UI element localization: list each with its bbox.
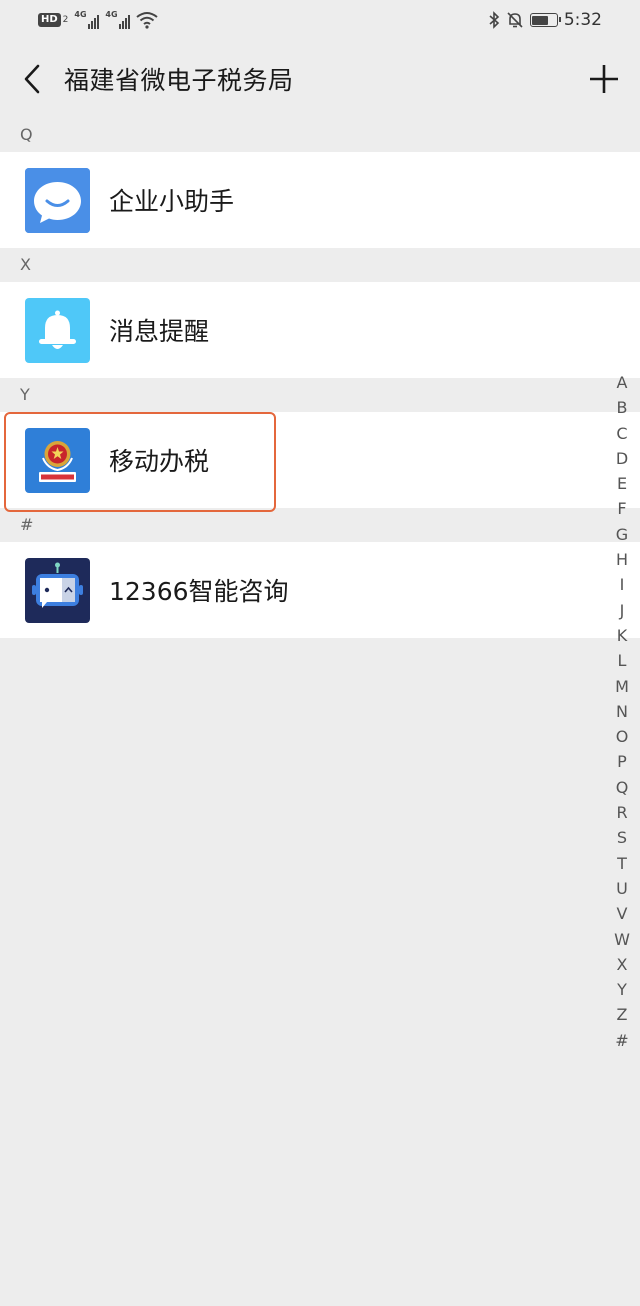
bluetooth-icon <box>489 11 499 29</box>
index-letter[interactable]: Y <box>617 977 627 1002</box>
status-bar: HD 2 4G 4G 5:32 <box>0 0 640 40</box>
service-account-list: Q 企业小助手 X 消息提醒 Y 移动办税 # 12366智能咨询 <box>0 118 640 638</box>
list-item-label: 消息提醒 <box>109 317 210 346</box>
plus-icon <box>590 65 618 93</box>
list-item-mobile-tax[interactable]: 移动办税 <box>0 412 640 512</box>
index-letter[interactable]: # <box>615 1028 628 1053</box>
index-letter[interactable]: U <box>616 876 628 901</box>
list-item-label: 12366智能咨询 <box>109 577 289 606</box>
list-item-12366-consult[interactable]: 12366智能咨询 <box>0 542 640 638</box>
index-letter[interactable]: A <box>617 370 628 395</box>
index-letter[interactable]: E <box>617 471 627 496</box>
add-button[interactable] <box>568 40 640 118</box>
index-letter[interactable]: V <box>617 901 628 926</box>
index-letter[interactable]: N <box>616 699 628 724</box>
list-item-label: 移动办税 <box>109 447 210 476</box>
index-letter[interactable]: D <box>616 446 628 471</box>
chevron-left-icon <box>24 64 40 94</box>
status-left: HD 2 4G 4G <box>38 10 159 29</box>
index-letter[interactable]: B <box>617 395 628 420</box>
list-item-message-reminder[interactable]: 消息提醒 <box>0 282 640 378</box>
alphabet-index-bar[interactable]: A B C D E F G H I J K L M N O P Q R S T … <box>606 370 638 1053</box>
mute-bell-icon <box>507 12 523 28</box>
signal-icon: 4G <box>105 10 131 29</box>
clock: 5:32 <box>563 10 602 30</box>
battery-icon <box>529 13 561 27</box>
index-letter[interactable]: Z <box>617 1002 628 1027</box>
section-header-y: Y <box>0 378 640 412</box>
index-letter[interactable]: Q <box>616 775 629 800</box>
wifi-icon <box>136 12 159 29</box>
signal-icon: 4G <box>74 10 100 29</box>
index-letter[interactable]: O <box>616 724 629 749</box>
index-letter[interactable]: W <box>614 927 630 952</box>
section-header-x: X <box>0 248 640 282</box>
section-header-hash: # <box>0 508 640 542</box>
index-letter[interactable]: C <box>616 421 627 446</box>
back-button[interactable] <box>0 40 64 118</box>
hd-badge: HD <box>38 13 61 27</box>
index-letter[interactable]: J <box>620 598 625 623</box>
section-header-q: Q <box>0 118 640 152</box>
index-letter[interactable]: L <box>618 648 627 673</box>
tax-emblem-icon <box>25 427 90 493</box>
index-letter[interactable]: K <box>617 623 628 648</box>
chat-bubble-icon <box>25 167 90 233</box>
index-letter[interactable]: G <box>616 522 628 547</box>
index-letter[interactable]: P <box>617 749 627 774</box>
index-letter[interactable]: X <box>617 952 628 977</box>
bell-icon <box>25 297 90 363</box>
index-letter[interactable]: F <box>617 496 626 521</box>
index-letter[interactable]: T <box>617 851 627 876</box>
index-letter[interactable]: R <box>616 800 627 825</box>
page-title: 福建省微电子税务局 <box>64 66 294 95</box>
status-right: 5:32 <box>488 10 602 30</box>
index-letter[interactable]: M <box>615 674 629 699</box>
nav-header: 福建省微电子税务局 <box>0 40 640 118</box>
sim-number: 2 <box>62 15 69 25</box>
index-letter[interactable]: I <box>620 572 625 597</box>
index-letter[interactable]: S <box>617 825 627 850</box>
list-item-enterprise-assistant[interactable]: 企业小助手 <box>0 152 640 248</box>
index-letter[interactable]: H <box>616 547 628 572</box>
list-item-label: 企业小助手 <box>109 187 235 216</box>
robot-icon <box>25 557 90 623</box>
